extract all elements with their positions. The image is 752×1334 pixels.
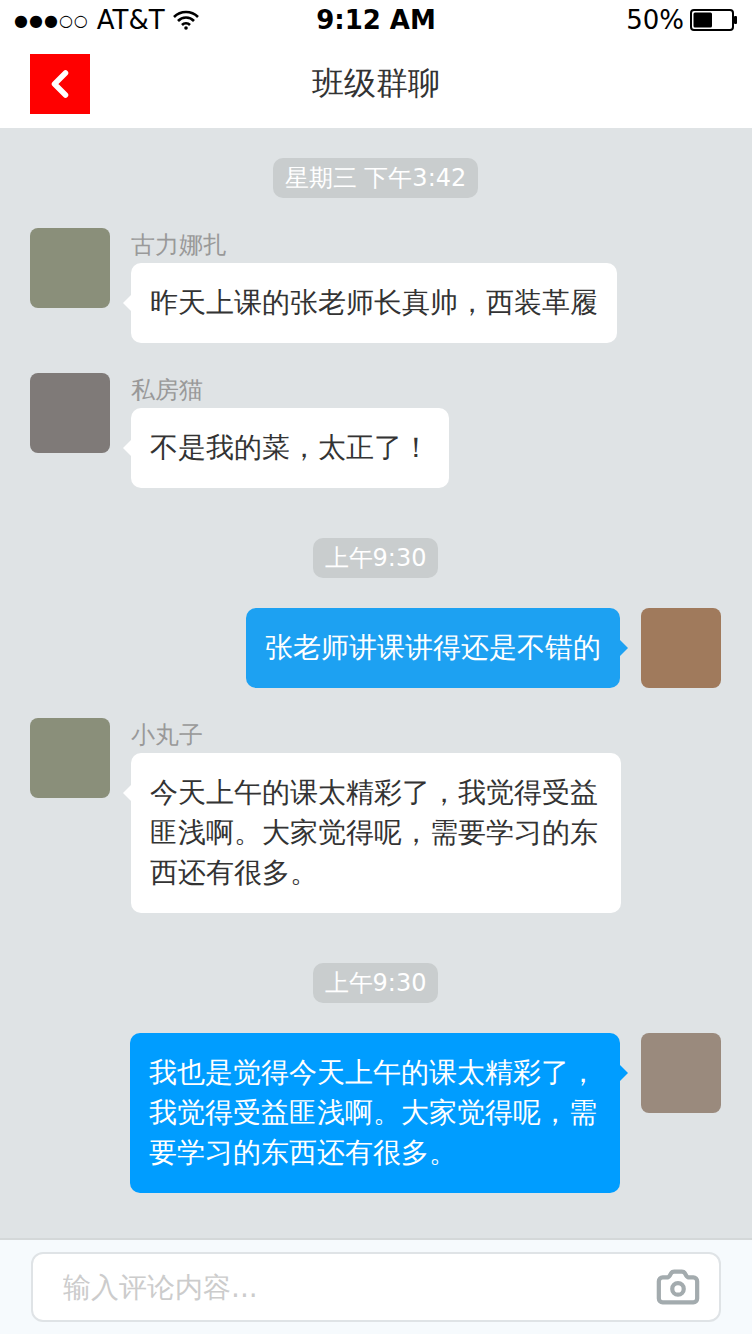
message-row: 私房猫不是我的菜，太正了！ [30, 373, 721, 488]
message-row: 我也是觉得今天上午的课太精彩了，我觉得受益匪浅啊。大家觉得呢，需要学习的东西还有… [30, 1033, 721, 1193]
comment-field [31, 1252, 721, 1322]
message-body: 张老师讲课讲得还是不错的 [246, 608, 620, 688]
carrier: AT&T [97, 5, 165, 35]
back-icon [38, 62, 82, 106]
signal-icon: ●●●○○ [14, 11, 89, 30]
status-bar: ●●●○○ AT&T 9:12 AM 50% [0, 0, 752, 40]
battery-info: 50% [436, 5, 738, 35]
camera-button[interactable] [655, 1264, 701, 1310]
battery-icon [690, 9, 738, 31]
comment-input[interactable] [61, 1270, 645, 1305]
avatar[interactable] [30, 373, 110, 453]
clock: 9:12 AM [316, 5, 436, 35]
time-stamp: 星期三 下午3:42 [273, 158, 479, 198]
message-list: 星期三 下午3:42古力娜扎昨天上课的张老师长真帅，西装革履私房猫不是我的菜，太… [0, 128, 752, 1238]
chat-screen: ●●●○○ AT&T 9:12 AM 50% 班级群聊星期三 下午3:42 古力娜扎昨天上… [0, 0, 752, 1334]
nav-title: 班级群聊 [312, 62, 440, 106]
message-body: 我也是觉得今天上午的课太精彩了，我觉得受益匪浅啊。大家觉得呢，需要学习的东西还有… [130, 1033, 620, 1193]
sender-name: 小丸子 [131, 718, 203, 753]
message-row: 古力娜扎昨天上课的张老师长真帅，西装革履 [30, 228, 721, 343]
battery-percent: 50% [626, 5, 684, 35]
message-body: 私房猫不是我的菜，太正了！ [131, 373, 449, 488]
message-bubble: 不是我的菜，太正了！ [131, 408, 449, 488]
message-row: 小丸子今天上午的课太精彩了，我觉得受益匪浅啊。大家觉得呢，需要学习的东西还有很多… [30, 718, 721, 913]
avatar[interactable] [641, 608, 721, 688]
sender-name: 私房猫 [131, 373, 203, 408]
camera-icon [655, 1264, 701, 1310]
message-bubble: 今天上午的课太精彩了，我觉得受益匪浅啊。大家觉得呢，需要学习的东西还有很多。 [131, 753, 621, 913]
message-bubble: 张老师讲课讲得还是不错的 [246, 608, 620, 688]
time-stamp: 上午9:30 [313, 963, 439, 1003]
avatar[interactable] [30, 228, 110, 308]
avatar[interactable] [641, 1033, 721, 1113]
avatar[interactable] [30, 718, 110, 798]
message-bubble: 我也是觉得今天上午的课太精彩了，我觉得受益匪浅啊。大家觉得呢，需要学习的东西还有… [130, 1033, 620, 1193]
message-body: 古力娜扎昨天上课的张老师长真帅，西装革履 [131, 228, 617, 343]
time-stamp: 上午9:30 [313, 538, 439, 578]
sender-name: 古力娜扎 [131, 228, 227, 263]
carrier-info: ●●●○○ AT&T [14, 5, 316, 35]
nav-bar: 班级群聊 [0, 40, 752, 128]
message-body: 小丸子今天上午的课太精彩了，我觉得受益匪浅啊。大家觉得呢，需要学习的东西还有很多… [131, 718, 621, 913]
message-row: 张老师讲课讲得还是不错的 [30, 608, 721, 688]
message-bubble: 昨天上课的张老师长真帅，西装革履 [131, 263, 617, 343]
wifi-icon [173, 10, 199, 30]
back-button[interactable] [30, 54, 90, 114]
composer-bar [0, 1238, 752, 1334]
